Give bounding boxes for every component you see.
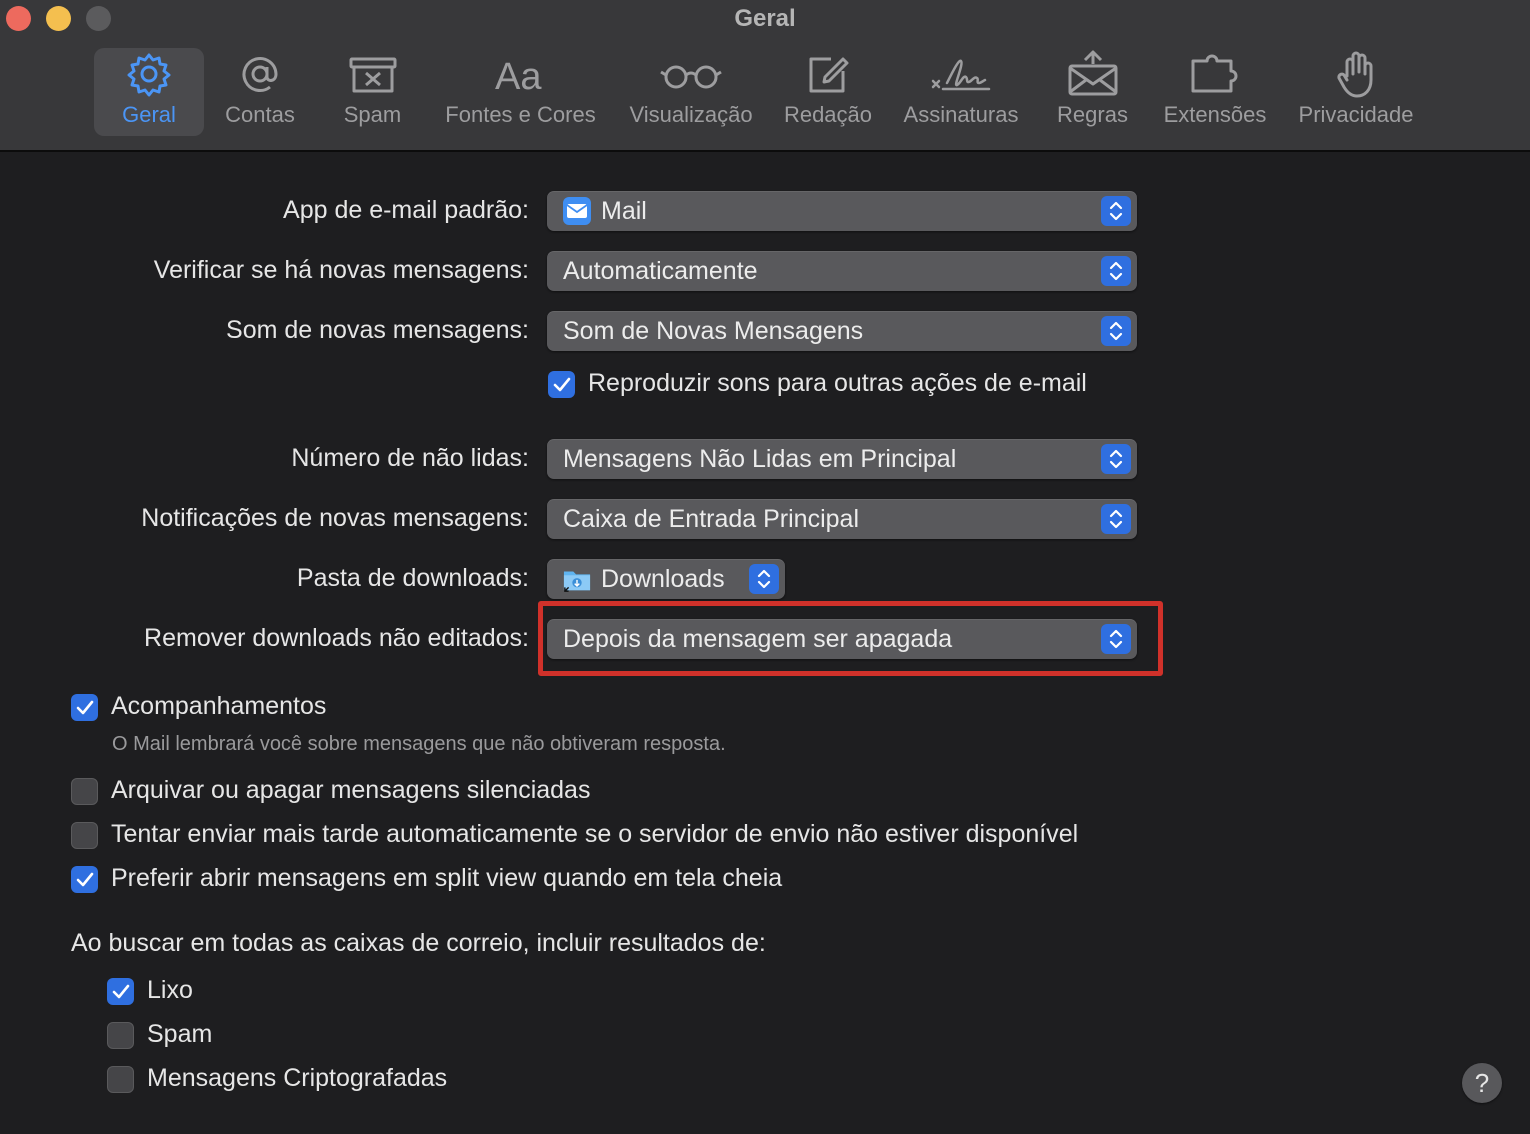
tab-privacidade[interactable]: Privacidade [1290, 48, 1422, 136]
popup-value: Caixa de Entrada Principal [563, 504, 859, 533]
chevron-updown-icon [1101, 316, 1131, 346]
svg-text:Aa: Aa [495, 56, 542, 97]
search-encrypted-label: Mensagens Criptografadas [147, 1064, 448, 1092]
junk-bin-icon [348, 48, 398, 100]
checkmark-icon [76, 700, 93, 714]
window-title: Geral [734, 5, 796, 32]
tab-label: Redação [783, 102, 873, 127]
chevron-updown-icon [1101, 196, 1131, 226]
check-messages-popup[interactable]: Automaticamente [547, 251, 1137, 291]
tab-visualizacao[interactable]: Visualização [622, 48, 760, 136]
search-spam-label: Spam [147, 1020, 213, 1048]
puzzle-icon [1189, 48, 1241, 100]
follow-ups-checkbox[interactable] [71, 694, 98, 721]
search-encrypted-checkbox[interactable] [107, 1066, 134, 1093]
tab-spam[interactable]: Spam [325, 48, 420, 136]
tab-label: Assinaturas [903, 102, 1019, 127]
tab-label: Geral [122, 102, 176, 127]
rules-envelope-icon [1067, 48, 1119, 100]
unread-count-popup[interactable]: Mensagens Não Lidas em Principal [547, 439, 1137, 479]
tab-regras[interactable]: Regras [1045, 48, 1140, 136]
downloads-folder-label: Pasta de downloads: [296, 564, 529, 592]
chevron-updown-icon [1101, 444, 1131, 474]
notifications-label: Notificações de novas mensagens: [141, 504, 529, 532]
hand-icon [1333, 48, 1379, 100]
tab-label: Privacidade [1298, 102, 1414, 127]
chevron-updown-icon [1101, 256, 1131, 286]
compose-icon [805, 48, 851, 100]
tab-label: Spam [343, 102, 402, 127]
archive-muted-checkbox[interactable] [71, 778, 98, 805]
chevron-updown-icon [749, 564, 779, 594]
popup-value: Mail [601, 196, 647, 225]
play-sounds-label: Reproduzir sons para outras ações de e-m… [588, 369, 1087, 397]
default-app-label: App de e-mail padrão: [283, 196, 529, 224]
popup-value: Automaticamente [563, 256, 758, 285]
split-view-checkbox[interactable] [71, 866, 98, 893]
highlight-box [538, 601, 1163, 676]
tab-extensoes[interactable]: Extensões [1155, 48, 1275, 136]
glasses-icon [659, 48, 723, 100]
downloads-folder-icon [563, 565, 591, 593]
search-scope-heading: Ao buscar em todas as caixas de correio,… [71, 929, 766, 957]
checkmark-icon [553, 377, 570, 391]
help-button[interactable]: ? [1462, 1063, 1502, 1103]
notifications-popup[interactable]: Caixa de Entrada Principal [547, 499, 1137, 539]
check-messages-label: Verificar se há novas mensagens: [153, 256, 529, 284]
search-trash-checkbox[interactable] [107, 978, 134, 1005]
remove-downloads-label: Remover downloads não editados: [144, 624, 529, 652]
tab-assinaturas[interactable]: Assinaturas [895, 48, 1027, 136]
tab-label: Fontes e Cores [445, 102, 596, 127]
checkmark-icon [76, 872, 93, 886]
fonts-icon: Aa [493, 48, 549, 100]
tab-contas[interactable]: Contas [210, 48, 310, 136]
follow-ups-note: O Mail lembrará você sobre mensagens que… [112, 733, 726, 755]
tab-label: Contas [225, 102, 295, 127]
new-message-sound-label: Som de novas mensagens: [226, 316, 529, 344]
tab-label: Extensões [1163, 102, 1267, 127]
chevron-updown-icon [1101, 504, 1131, 534]
tab-label: Regras [1057, 102, 1128, 127]
downloads-folder-popup[interactable]: Downloads [547, 559, 785, 599]
preferences-tabs: Geral Contas Spam Aa Fontes e Cores Visu… [0, 48, 1530, 138]
unread-count-label: Número de não lidas: [291, 444, 529, 472]
retry-send-checkbox[interactable] [71, 822, 98, 849]
follow-ups-label: Acompanhamentos [111, 692, 327, 720]
default-app-popup[interactable]: Mail [547, 191, 1137, 231]
gear-icon [126, 48, 172, 100]
split-view-label: Preferir abrir mensagens em split view q… [111, 864, 783, 892]
search-trash-label: Lixo [147, 976, 193, 1004]
checkmark-icon [112, 984, 129, 998]
tab-redacao[interactable]: Redação [778, 48, 878, 136]
search-spam-checkbox[interactable] [107, 1022, 134, 1049]
play-sounds-checkbox[interactable] [548, 371, 575, 398]
tab-geral[interactable]: Geral [94, 48, 204, 136]
retry-send-label: Tentar enviar mais tarde automaticamente… [111, 820, 1079, 848]
tab-label: Visualização [629, 102, 753, 127]
archive-muted-label: Arquivar ou apagar mensagens silenciadas [111, 776, 591, 804]
window-toolbar: Geral Geral Contas Spam Aa Fontes e Core… [0, 0, 1530, 152]
popup-value: Downloads [601, 564, 725, 593]
popup-value: Som de Novas Mensagens [563, 316, 864, 345]
tab-fontes-e-cores[interactable]: Aa Fontes e Cores [438, 48, 603, 136]
popup-value: Mensagens Não Lidas em Principal [563, 444, 957, 473]
at-icon [237, 48, 283, 100]
mail-app-icon [563, 197, 591, 225]
new-message-sound-popup[interactable]: Som de Novas Mensagens [547, 311, 1137, 351]
signature-icon [929, 48, 993, 100]
